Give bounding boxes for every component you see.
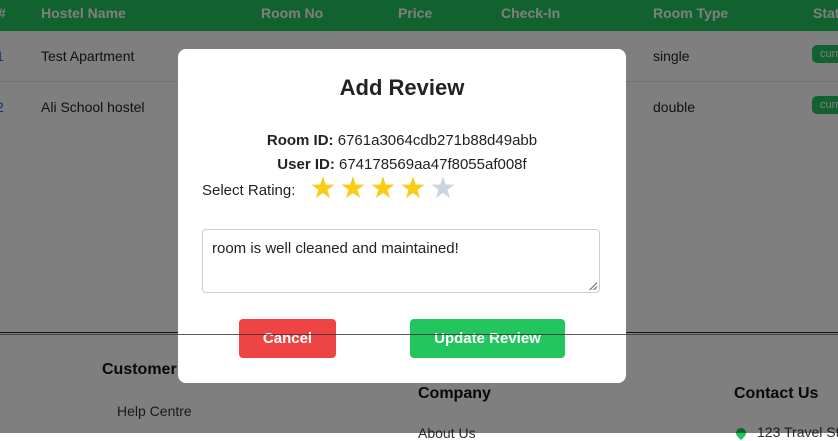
user-id-label: User ID: bbox=[277, 156, 335, 173]
review-textarea[interactable]: room is well cleaned and maintained! bbox=[202, 229, 600, 293]
resize-handle-icon[interactable] bbox=[589, 282, 597, 290]
star-2-icon[interactable]: ★ bbox=[338, 172, 368, 206]
modal-title: Add Review bbox=[339, 75, 465, 100]
star-rating: ★ ★ ★ ★ ★ bbox=[308, 172, 458, 206]
star-5-icon[interactable]: ★ bbox=[428, 172, 458, 206]
star-1-icon[interactable]: ★ bbox=[308, 172, 338, 206]
star-4-icon[interactable]: ★ bbox=[398, 172, 428, 206]
add-review-modal: Add Review Room ID: 6761a3064cdb271b88d4… bbox=[178, 49, 626, 383]
cancel-button[interactable]: Cancel bbox=[239, 319, 336, 358]
room-id-value: 6761a3064cdb271b88d49abb bbox=[337, 132, 538, 149]
user-id-value: 674178569aa47f8055af008f bbox=[339, 156, 527, 173]
update-review-button[interactable]: Update Review bbox=[410, 319, 565, 358]
room-id-label: Room ID: bbox=[266, 132, 334, 149]
footer-border-line bbox=[0, 334, 838, 335]
rating-label: Select Rating: bbox=[202, 182, 296, 199]
star-3-icon[interactable]: ★ bbox=[368, 172, 398, 206]
room-id-line: Room ID: 6761a3064cdb271b88d49abb bbox=[178, 132, 626, 149]
review-text: room is well cleaned and maintained! bbox=[212, 240, 459, 257]
user-id-line: User ID: 674178569aa47f8055af008f bbox=[178, 156, 626, 173]
